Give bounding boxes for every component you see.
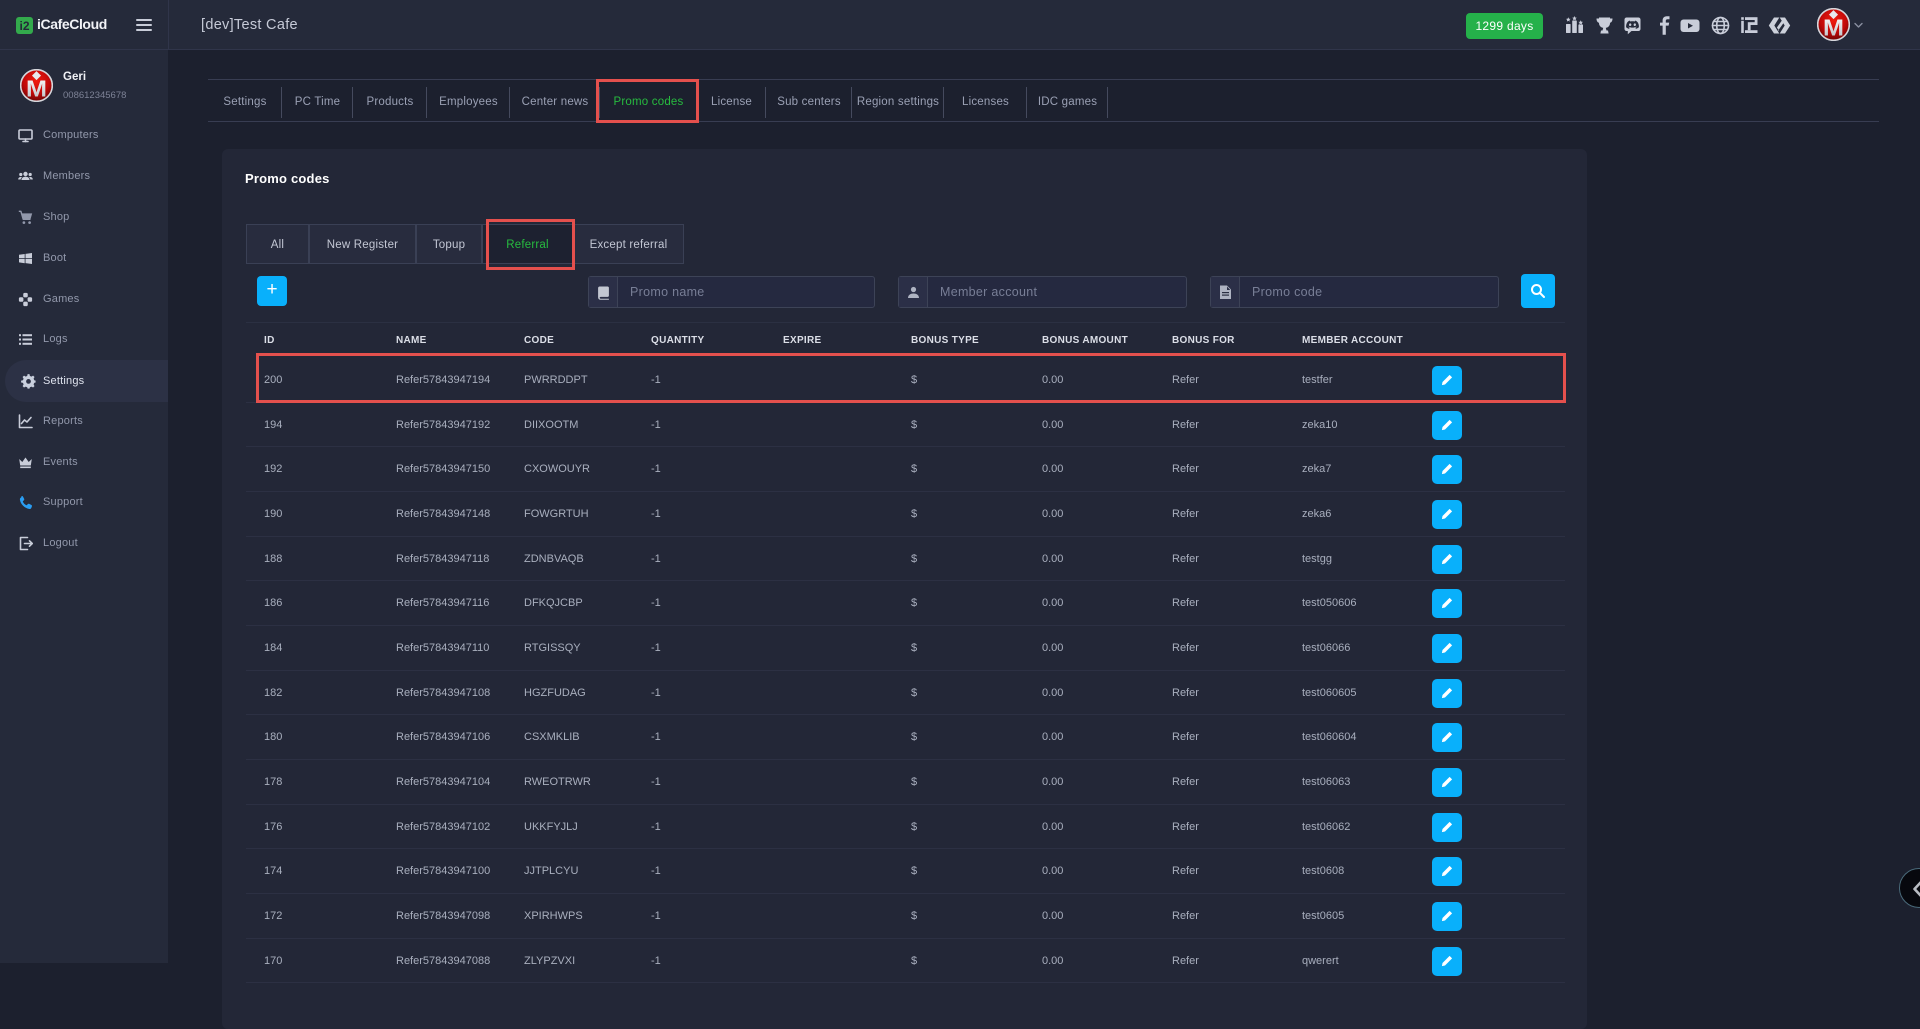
svg-text:i2: i2 bbox=[19, 19, 29, 33]
